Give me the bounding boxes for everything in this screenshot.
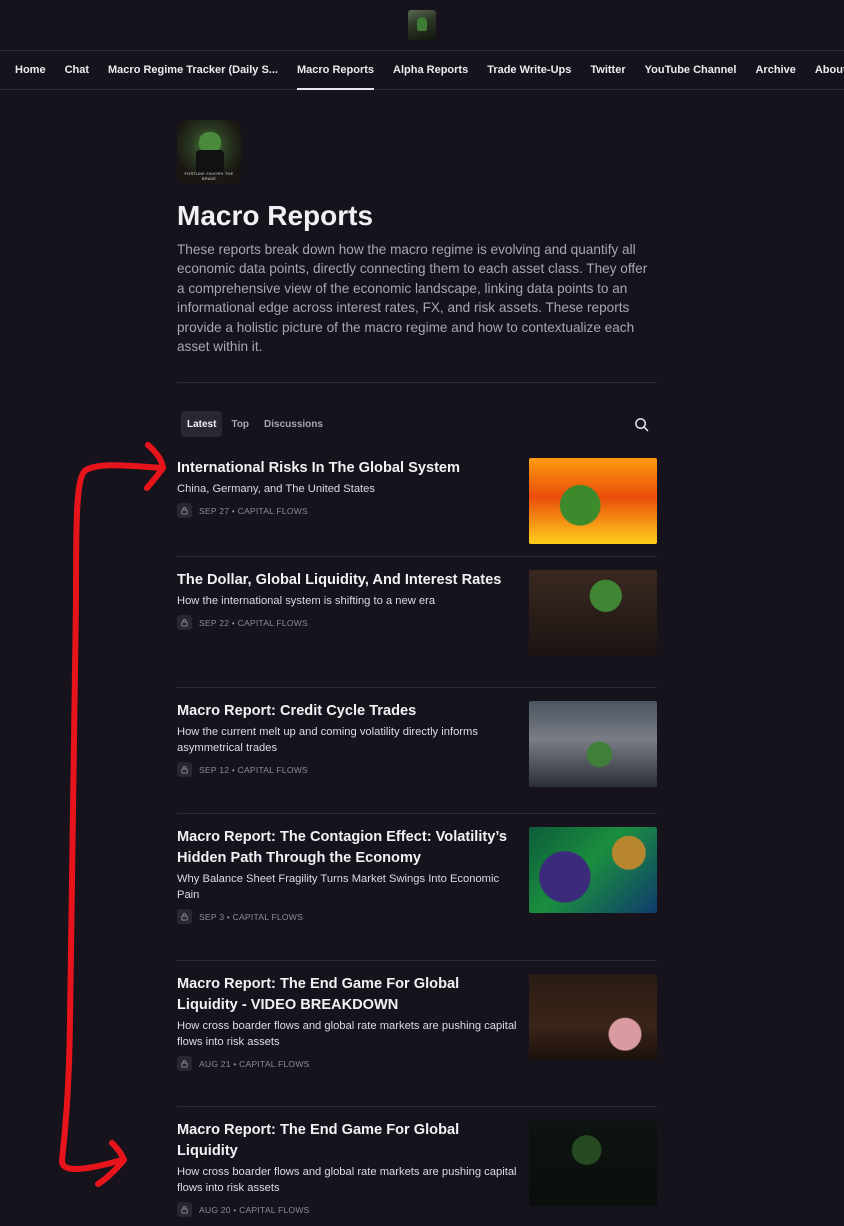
post-item[interactable]: International Risks In The Global System… <box>177 458 657 544</box>
pepe-dark-image[interactable] <box>529 1120 657 1206</box>
divider <box>177 1106 657 1107</box>
page-title: Macro Reports <box>177 200 374 231</box>
post-subtitle: How the current melt up and coming volat… <box>177 726 478 754</box>
post-item[interactable]: Macro Report: Credit Cycle Trades How th… <box>177 701 657 787</box>
post-date-author: SEP 12 • CAPITAL FLOWS <box>199 764 308 775</box>
nav-home[interactable]: Home <box>15 50 46 90</box>
divider <box>177 813 657 814</box>
divider <box>177 960 657 961</box>
lock-icon <box>177 1056 192 1071</box>
publication-avatar: FORTUNE FAVORS THE BRAVE <box>177 120 241 184</box>
nav-trade-write-ups[interactable]: Trade Write-Ups <box>487 50 571 90</box>
nav-twitter[interactable]: Twitter <box>590 50 625 90</box>
publication-header: FORTUNE FAVORS THE BRAVE Macro Reports T… <box>177 120 657 438</box>
lock-icon <box>177 762 192 777</box>
nav-about[interactable]: About <box>815 50 844 90</box>
post-date-author: AUG 21 • CAPITAL FLOWS <box>199 1058 310 1069</box>
nav-youtube-channel[interactable]: YouTube Channel <box>645 50 737 90</box>
tab-top[interactable]: Top <box>225 411 255 437</box>
post-subtitle: China, Germany, and The United States <box>177 483 375 495</box>
tab-latest[interactable]: Latest <box>181 411 223 438</box>
lock-icon <box>177 503 192 518</box>
lock-icon <box>177 1202 192 1217</box>
avatar-caption: FORTUNE FAVORS THE BRAVE <box>184 171 234 181</box>
nav-chat[interactable]: Chat <box>65 50 89 90</box>
post-title[interactable]: Macro Report: The Contagion Effect: Vola… <box>177 827 517 869</box>
post-item[interactable]: Macro Report: The End Game For Global Li… <box>177 974 657 1071</box>
pepe-neon-painting-image[interactable] <box>529 827 657 913</box>
nav-macro-regime-tracker[interactable]: Macro Regime Tracker (Daily S... <box>108 50 278 90</box>
pepe-fire-laptop-image[interactable] <box>529 458 657 544</box>
post-subtitle: How the international system is shifting… <box>177 595 436 607</box>
nav-alpha-reports[interactable]: Alpha Reports <box>393 50 468 90</box>
search-icon[interactable] <box>634 417 649 432</box>
post-date-author: SEP 27 • CAPITAL FLOWS <box>199 505 308 516</box>
nav-macro-reports[interactable]: Macro Reports <box>296 50 375 90</box>
post-title[interactable]: The Dollar, Global Liquidity, And Intere… <box>177 570 517 591</box>
post-date-author: SEP 22 • CAPITAL FLOWS <box>199 617 308 628</box>
pepe-bedroom-image[interactable] <box>529 974 657 1060</box>
post-title[interactable]: Macro Report: The End Game For Global Li… <box>177 1120 517 1162</box>
post-subtitle: How cross boarder flows and global rate … <box>177 1166 517 1194</box>
post-tabs: Latest Top Discussions <box>177 411 657 438</box>
post-item[interactable]: Macro Report: The Contagion Effect: Vola… <box>177 827 657 924</box>
main-nav: Home Chat Macro Regime Tracker (Daily S.… <box>0 50 844 90</box>
post-subtitle: How cross boarder flows and global rate … <box>177 1020 517 1048</box>
post-subtitle: Why Balance Sheet Fragility Turns Market… <box>177 873 500 901</box>
site-logo[interactable] <box>408 10 436 40</box>
nav-archive[interactable]: Archive <box>755 50 795 90</box>
post-item[interactable]: The Dollar, Global Liquidity, And Intere… <box>177 570 657 656</box>
publication-description: These reports break down how the macro r… <box>177 242 648 355</box>
post-date-author: AUG 20 • CAPITAL FLOWS <box>199 1204 310 1215</box>
divider <box>177 382 657 384</box>
post-item[interactable]: Macro Report: The End Game For Global Li… <box>177 1120 657 1217</box>
tab-discussions[interactable]: Discussions <box>258 411 329 437</box>
pepe-spaceship-image[interactable] <box>529 701 657 787</box>
lock-icon <box>177 615 192 630</box>
post-title[interactable]: Macro Report: The End Game For Global Li… <box>177 974 517 1016</box>
post-title[interactable]: Macro Report: Credit Cycle Trades <box>177 701 517 722</box>
top-bar <box>0 0 844 50</box>
post-title[interactable]: International Risks In The Global System <box>177 458 517 479</box>
pepe-tuxedo-image[interactable] <box>529 570 657 656</box>
divider <box>177 687 657 688</box>
post-date-author: SEP 3 • CAPITAL FLOWS <box>199 911 303 922</box>
lock-icon <box>177 909 192 924</box>
divider <box>177 556 657 557</box>
